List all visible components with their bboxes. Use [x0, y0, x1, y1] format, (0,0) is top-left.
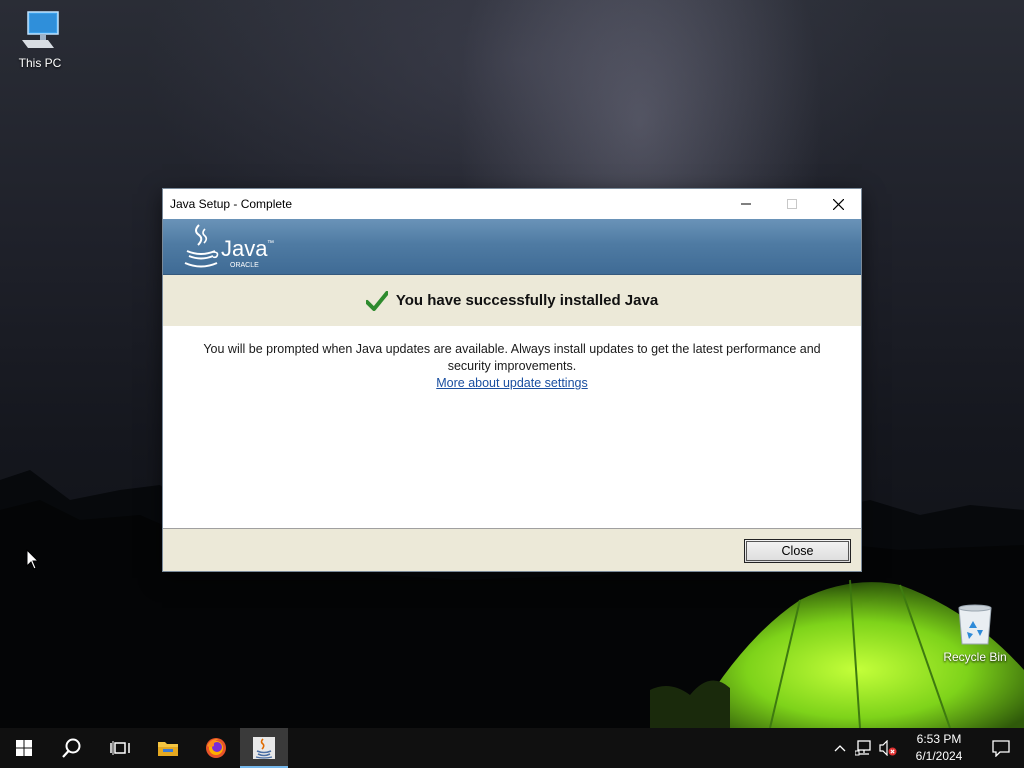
close-button[interactable]: Close: [744, 539, 851, 563]
close-window-button[interactable]: [815, 189, 861, 219]
volume-muted-icon: [879, 740, 897, 756]
search-button[interactable]: [48, 728, 96, 768]
start-button[interactable]: [0, 728, 48, 768]
dialog-titlebar[interactable]: Java Setup - Complete: [163, 189, 861, 219]
taskbar-clock[interactable]: 6:53 PM 6/1/2024: [900, 731, 978, 765]
close-icon: [832, 198, 844, 210]
java-setup-taskbar-button[interactable]: [240, 728, 288, 768]
minimize-icon: [741, 203, 751, 205]
update-message: You will be prompted when Java updates a…: [203, 342, 821, 373]
clock-date: 6/1/2024: [915, 749, 963, 763]
dialog-content: You will be prompted when Java updates a…: [163, 326, 861, 529]
chevron-up-icon: [834, 745, 846, 752]
window-controls: [723, 189, 861, 219]
minimize-button[interactable]: [723, 189, 769, 219]
dialog-footer: Close: [163, 528, 861, 571]
show-hidden-icons-button[interactable]: [828, 728, 852, 768]
action-center-button[interactable]: [978, 728, 1024, 768]
volume-button[interactable]: [876, 728, 900, 768]
network-button[interactable]: [852, 728, 876, 768]
mouse-cursor-icon: [26, 549, 40, 570]
search-icon: [62, 738, 81, 758]
maximize-icon: [787, 199, 797, 209]
task-view-button[interactable]: [96, 728, 144, 768]
taskbar: 6:53 PM 6/1/2024: [0, 728, 1024, 768]
network-icon: [855, 740, 871, 756]
java-banner: Java ™ ORACLE: [163, 219, 861, 275]
update-settings-link[interactable]: More about update settings: [436, 376, 588, 390]
firefox-button[interactable]: [192, 728, 240, 768]
task-view-icon: [110, 741, 130, 755]
svg-text:Java: Java: [221, 236, 268, 261]
desktop-icon-label: This PC: [18, 56, 62, 70]
windows-logo-icon: [16, 740, 32, 756]
clock-time: 6:53 PM: [916, 732, 962, 746]
svg-text:™: ™: [267, 240, 274, 247]
java-setup-dialog: Java Setup - Complete Java ™ ORACLE You …: [162, 188, 862, 572]
folder-icon: [158, 742, 178, 756]
desktop-icon-recycle-bin[interactable]: Recycle Bin: [935, 602, 1015, 664]
desktop-icon-this-pc[interactable]: This PC: [0, 8, 80, 70]
success-headline: You have successfully installed Java: [163, 275, 861, 326]
this-pc-icon: [22, 11, 59, 48]
recycle-bin-icon: [958, 604, 992, 645]
headline-text: You have successfully installed Java: [395, 292, 659, 309]
notification-icon: [992, 740, 1010, 757]
file-explorer-button[interactable]: [144, 728, 192, 768]
dialog-title: Java Setup - Complete: [170, 197, 293, 211]
svg-text:ORACLE: ORACLE: [230, 262, 259, 269]
java-logo-icon: Java ™ ORACLE: [184, 224, 274, 269]
firefox-icon: [206, 738, 226, 758]
system-tray: 6:53 PM 6/1/2024: [828, 728, 1024, 768]
maximize-button: [769, 189, 815, 219]
checkmark-icon: [365, 290, 388, 311]
java-icon: [253, 737, 275, 759]
desktop-icon-label: Recycle Bin: [943, 650, 1007, 664]
